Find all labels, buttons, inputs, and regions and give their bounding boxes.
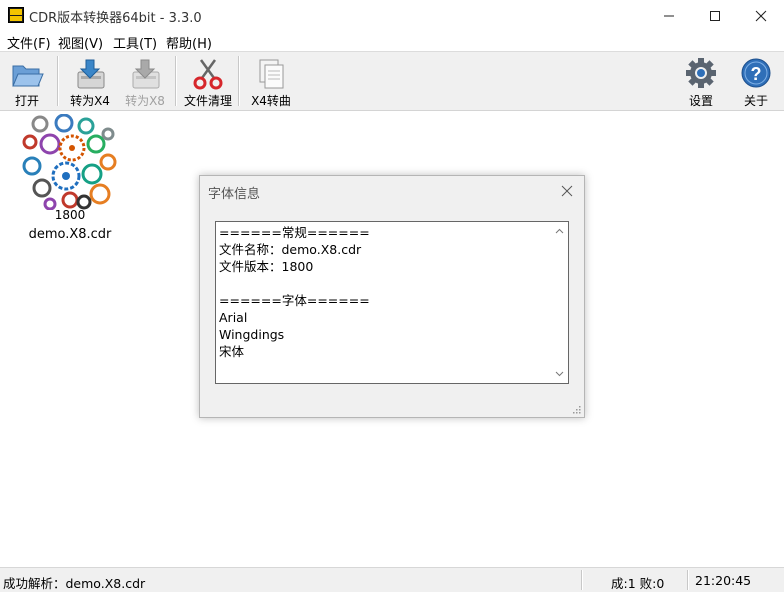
open-label: 打开	[14, 94, 39, 108]
minimize-icon	[664, 15, 674, 16]
scroll-up-icon[interactable]	[555, 227, 564, 236]
x4-curve-button[interactable]: X4转曲	[244, 54, 298, 108]
font-info-dialog: 字体信息 ======常规====== 文件名称：demo.X8.cdr 文件版…	[199, 175, 585, 418]
folder-open-icon	[12, 65, 44, 87]
scissors-icon	[193, 59, 223, 90]
convert-icon	[132, 59, 160, 89]
close-icon	[561, 185, 573, 197]
convert-x4-button[interactable]: 转为X4	[64, 54, 116, 108]
text-line: Wingdings	[219, 327, 285, 342]
close-icon	[755, 10, 767, 21]
menu-tools[interactable]: 工具(T)	[113, 33, 157, 52]
text-line: 宋体	[219, 344, 245, 359]
status-counts: 成:1 败:0	[611, 576, 665, 591]
font-info-textarea[interactable]: ======常规====== 文件名称：demo.X8.cdr 文件版本：180…	[215, 221, 569, 384]
settings-label: 设置	[688, 94, 713, 108]
menu-bar: 文件(F) 视图(V) 工具(T) 帮助(H)	[0, 31, 784, 52]
window-title: CDR版本转换器64bit - 3.3.0	[29, 11, 202, 26]
font-info-lines: ======常规====== 文件名称：demo.X8.cdr 文件版本：180…	[219, 224, 549, 360]
dialog-title: 字体信息	[208, 187, 261, 202]
text-line: Arial	[219, 310, 248, 325]
text-line: 文件名称：demo.X8.cdr	[219, 242, 362, 257]
clean-button[interactable]: 文件清理	[180, 54, 236, 108]
text-line: ======字体======	[219, 293, 370, 308]
file-item[interactable]: 1800 demo.X8.cdr	[20, 114, 120, 244]
gears-thumbnail	[22, 114, 117, 210]
file-version: 1800	[54, 208, 86, 222]
toolbar: 打开 转为X4 转为X8 文件清理 X4转曲 设置 ? 关于	[0, 51, 784, 111]
status-time: 21:20:45	[695, 573, 752, 588]
about-button[interactable]: ? 关于	[736, 54, 776, 108]
app-icon	[8, 7, 24, 23]
status-message: 成功解析：demo.X8.cdr	[3, 576, 146, 591]
convert-x8-label: 转为X8	[125, 94, 165, 108]
svg-text:?: ?	[751, 64, 762, 84]
text-line	[219, 275, 549, 292]
x4-curve-label: X4转曲	[251, 94, 291, 108]
text-line: ======常规======	[219, 225, 370, 240]
scroll-down-icon[interactable]	[555, 369, 564, 378]
dialog-close-button[interactable]	[556, 180, 578, 202]
pages-icon	[259, 59, 284, 89]
open-button[interactable]: 打开	[4, 54, 50, 108]
menu-file[interactable]: 文件(F)	[7, 33, 51, 52]
convert-x8-button[interactable]: 转为X8	[120, 54, 170, 108]
title-bar: CDR版本转换器64bit - 3.3.0	[0, 0, 784, 31]
text-line: 文件版本：1800	[219, 259, 314, 274]
minimize-button[interactable]	[646, 0, 692, 31]
menu-help[interactable]: 帮助(H)	[166, 33, 212, 52]
vertical-scrollbar[interactable]	[551, 222, 568, 383]
convert-x4-label: 转为X4	[70, 94, 110, 108]
maximize-icon	[710, 10, 720, 21]
gear-icon	[686, 58, 716, 88]
maximize-button[interactable]	[692, 0, 738, 31]
menu-view[interactable]: 视图(V)	[58, 33, 103, 52]
dialog-body: ======常规====== 文件名称：demo.X8.cdr 文件版本：180…	[200, 206, 584, 417]
resize-grip-icon[interactable]	[571, 404, 581, 414]
status-bar: 成功解析：demo.X8.cdr 成:1 败:0 21:20:45	[0, 567, 784, 592]
close-button[interactable]	[738, 0, 784, 31]
settings-button[interactable]: 设置	[680, 54, 722, 108]
convert-icon	[77, 59, 105, 89]
clean-label: 文件清理	[183, 94, 232, 108]
help-icon: ?	[741, 58, 771, 88]
about-label: 关于	[743, 94, 768, 108]
file-name: demo.X8.cdr	[28, 227, 112, 242]
